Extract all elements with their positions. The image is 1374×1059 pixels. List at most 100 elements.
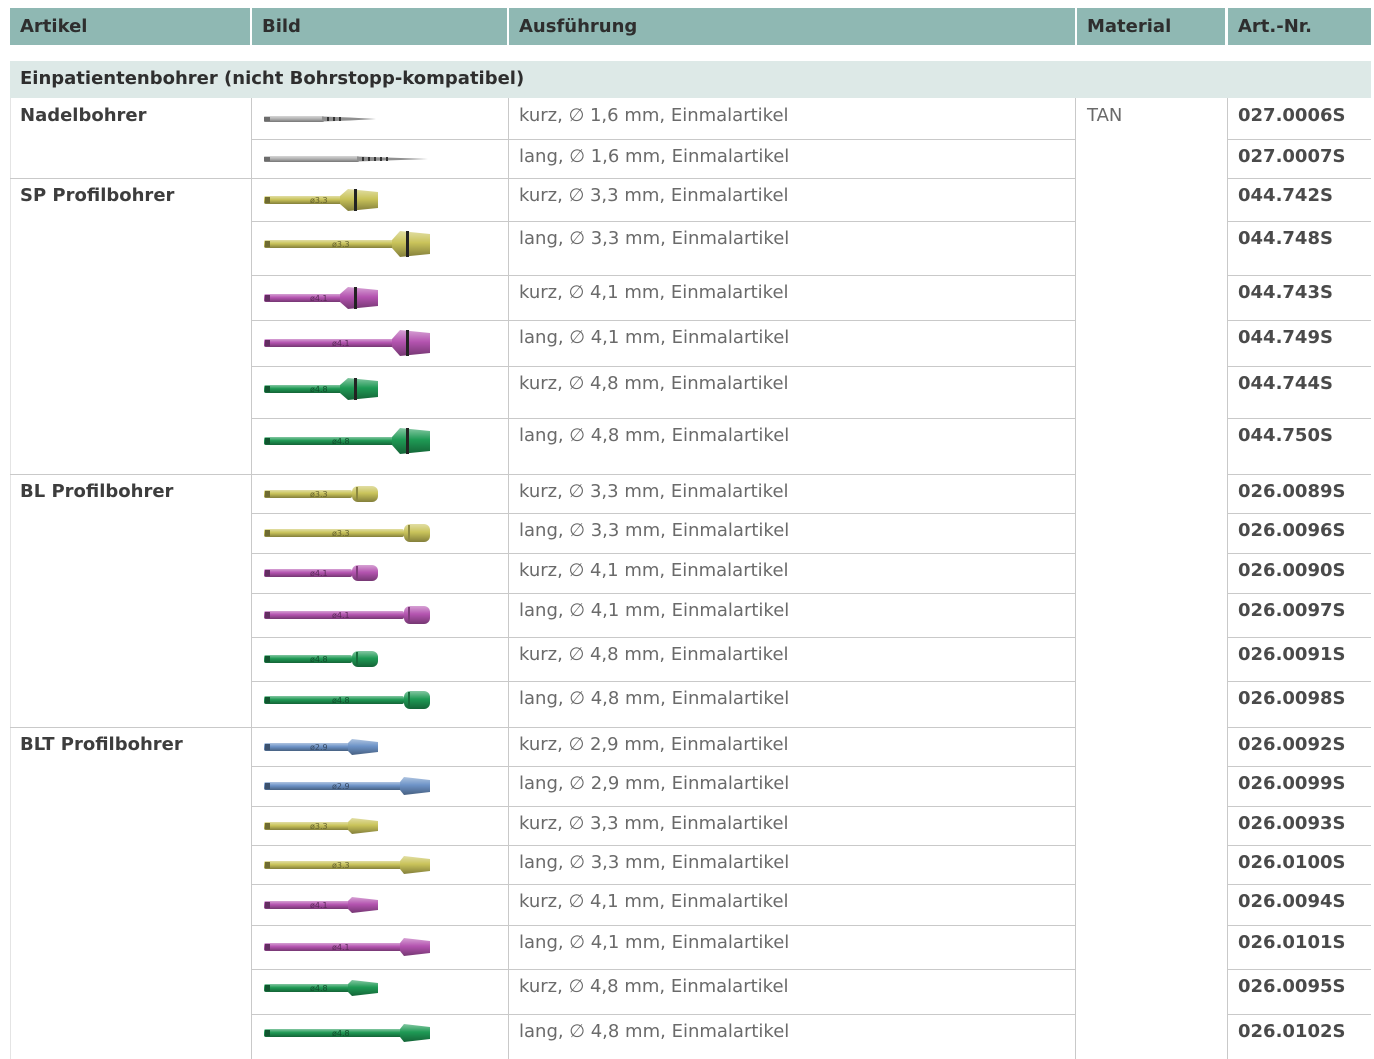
group-name: BLT Profilbohrer	[20, 734, 183, 755]
drill-image: ø4.1	[264, 897, 378, 913]
svg-text:ø4.1: ø4.1	[332, 943, 350, 952]
svg-text:ø4.1: ø4.1	[310, 901, 328, 910]
drill-image: ø3.3	[262, 520, 432, 546]
column-divider	[1227, 98, 1228, 1059]
row-divider	[1228, 474, 1371, 475]
row-description: lang, ∅ 4,1 mm, Einmalartikel	[519, 327, 790, 348]
article-number: 026.0095S	[1238, 976, 1346, 997]
row-divider	[252, 681, 1075, 682]
row-divider	[1228, 320, 1371, 321]
drill-image: ø4.8	[262, 424, 432, 458]
row-description: lang, ∅ 4,8 mm, Einmalartikel	[519, 425, 790, 446]
column-divider	[10, 98, 11, 1059]
drill-image: ø3.3	[262, 481, 380, 507]
material-value: TAN	[1087, 105, 1123, 126]
row-divider	[1228, 727, 1371, 728]
article-number: 044.744S	[1238, 373, 1333, 394]
row-divider	[252, 766, 1075, 767]
article-number: 026.0098S	[1238, 688, 1346, 709]
drill-image: ø4.1	[264, 330, 430, 356]
row-divider	[1228, 593, 1371, 594]
drill-image: ø4.1	[262, 892, 380, 918]
row-divider	[10, 727, 1075, 728]
svg-text:ø4.8: ø4.8	[310, 984, 328, 993]
drill-image: ø3.3	[262, 813, 380, 839]
row-divider	[252, 845, 1075, 846]
svg-text:ø4.8: ø4.8	[332, 696, 350, 705]
drill-image: ø4.1	[262, 326, 432, 360]
article-number: 044.743S	[1238, 282, 1333, 303]
row-description: lang, ∅ 3,3 mm, Einmalartikel	[519, 520, 790, 541]
article-number: 044.749S	[1238, 327, 1333, 348]
drill-image: ø3.3	[262, 183, 380, 217]
drill-image: ø4.8	[262, 646, 380, 672]
article-number: 027.0006S	[1238, 105, 1346, 126]
svg-text:ø3.3: ø3.3	[310, 822, 328, 831]
drill-image: ø3.3	[264, 189, 378, 211]
drill-image: ø4.8	[262, 372, 380, 406]
svg-text:ø3.3: ø3.3	[310, 490, 328, 499]
svg-text:ø4.8: ø4.8	[310, 655, 328, 664]
svg-text:ø4.1: ø4.1	[332, 611, 350, 620]
article-number: 044.742S	[1238, 185, 1333, 206]
svg-text:ø4.8: ø4.8	[332, 437, 350, 446]
drill-image: ø3.3	[262, 852, 432, 878]
drill-image: ø3.3	[264, 486, 378, 502]
row-divider	[1228, 969, 1371, 970]
drill-image	[262, 146, 432, 172]
row-description: kurz, ∅ 4,1 mm, Einmalartikel	[519, 282, 789, 303]
drill-image: ø4.1	[262, 560, 380, 586]
row-divider	[252, 513, 1075, 514]
drill-image: ø2.9	[264, 739, 378, 755]
row-divider	[1228, 884, 1371, 885]
drill-image: ø4.1	[264, 606, 430, 624]
row-divider	[252, 275, 1075, 276]
header-artikel: Artikel	[10, 8, 250, 45]
row-divider	[252, 366, 1075, 367]
svg-text:ø4.8: ø4.8	[310, 385, 328, 394]
drill-image: ø2.9	[264, 777, 430, 795]
svg-text:ø3.3: ø3.3	[310, 196, 328, 205]
drill-image: ø4.8	[264, 691, 430, 709]
column-divider	[508, 98, 509, 1059]
svg-text:ø3.3: ø3.3	[332, 529, 350, 538]
row-divider	[1228, 681, 1371, 682]
row-divider	[252, 1014, 1075, 1015]
row-divider	[252, 553, 1075, 554]
row-divider	[252, 320, 1075, 321]
svg-text:ø2.9: ø2.9	[332, 782, 350, 791]
drill-image: ø3.3	[264, 524, 430, 542]
row-divider	[252, 139, 1075, 140]
row-divider	[1228, 139, 1371, 140]
group-name: Nadelbohrer	[20, 105, 147, 126]
row-description: kurz, ∅ 3,3 mm, Einmalartikel	[519, 481, 789, 502]
drill-image: ø4.8	[262, 687, 432, 713]
row-description: lang, ∅ 4,1 mm, Einmalartikel	[519, 932, 790, 953]
row-divider	[1228, 366, 1371, 367]
drill-image: ø4.8	[262, 1020, 432, 1046]
drill-image	[262, 106, 380, 132]
row-divider	[10, 474, 1075, 475]
drill-image: ø4.1	[264, 565, 378, 581]
row-divider	[1228, 1014, 1371, 1015]
svg-text:ø4.1: ø4.1	[332, 339, 350, 348]
svg-text:ø2.9: ø2.9	[310, 743, 328, 752]
row-divider	[252, 925, 1075, 926]
row-divider	[1228, 553, 1371, 554]
row-divider	[252, 884, 1075, 885]
row-description: lang, ∅ 2,9 mm, Einmalartikel	[519, 773, 790, 794]
article-number: 026.0097S	[1238, 600, 1346, 621]
row-description: lang, ∅ 4,8 mm, Einmalartikel	[519, 688, 790, 709]
article-number: 026.0090S	[1238, 560, 1346, 581]
svg-text:ø4.1: ø4.1	[310, 294, 328, 303]
row-divider	[1228, 806, 1371, 807]
row-description: kurz, ∅ 4,8 mm, Einmalartikel	[519, 373, 789, 394]
row-description: kurz, ∅ 1,6 mm, Einmalartikel	[519, 105, 789, 126]
row-description: kurz, ∅ 3,3 mm, Einmalartikel	[519, 813, 789, 834]
article-number: 026.0094S	[1238, 891, 1346, 912]
drill-image: ø4.8	[264, 651, 378, 667]
svg-text:ø3.3: ø3.3	[332, 861, 350, 870]
drill-image: ø4.8	[264, 378, 378, 400]
row-divider	[252, 806, 1075, 807]
article-number: 044.750S	[1238, 425, 1333, 446]
